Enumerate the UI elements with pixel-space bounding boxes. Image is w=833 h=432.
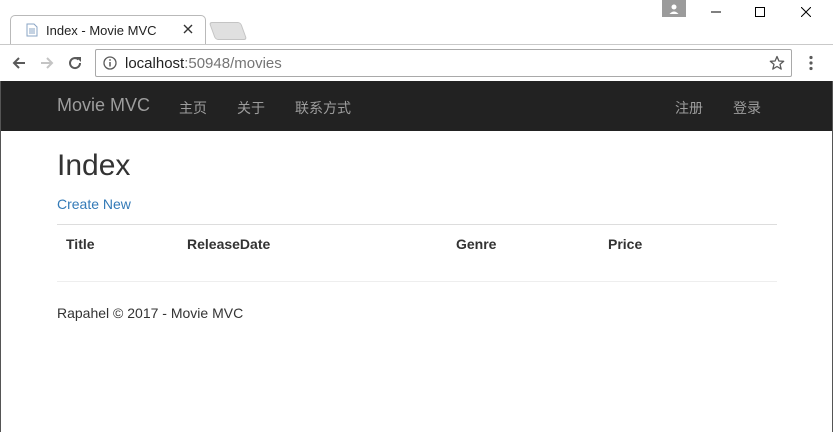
nav-link-contact[interactable]: 联系方式 bbox=[295, 98, 351, 118]
forward-arrow-icon[interactable] bbox=[36, 52, 58, 74]
url-path: :50948/movies bbox=[184, 54, 282, 72]
site-navbar: Movie MVC 主页 关于 联系方式 注册 登录 bbox=[1, 81, 832, 131]
footer-text: Rapahel © 2017 - Movie MVC bbox=[57, 305, 244, 321]
column-header-release-date: ReleaseDate bbox=[187, 236, 271, 252]
tab-title: Index - Movie MVC bbox=[46, 22, 157, 38]
menu-dots-icon[interactable] bbox=[803, 54, 819, 72]
close-icon[interactable] bbox=[181, 22, 195, 36]
info-icon[interactable] bbox=[102, 55, 118, 71]
nav-link-register[interactable]: 注册 bbox=[675, 98, 703, 118]
address-bar[interactable]: localhost:50948/movies bbox=[95, 49, 792, 77]
page-icon bbox=[25, 22, 39, 38]
minimize-icon[interactable] bbox=[693, 0, 739, 24]
column-header-genre: Genre bbox=[456, 236, 497, 252]
url-text[interactable]: localhost:50948/movies bbox=[125, 55, 282, 72]
user-icon[interactable] bbox=[662, 0, 686, 17]
close-window-icon[interactable] bbox=[783, 0, 829, 24]
nav-link-home[interactable]: 主页 bbox=[179, 98, 207, 118]
url-host: localhost bbox=[125, 54, 185, 72]
navbar-brand[interactable]: Movie MVC bbox=[57, 95, 150, 116]
new-tab-button[interactable] bbox=[208, 22, 248, 40]
table-divider bbox=[57, 224, 777, 225]
reload-icon[interactable] bbox=[64, 52, 86, 74]
browser-tab[interactable]: Index - Movie MVC bbox=[10, 15, 206, 44]
create-new-link[interactable]: Create New bbox=[57, 196, 131, 212]
star-icon[interactable] bbox=[769, 55, 785, 71]
page-title: Index bbox=[57, 149, 131, 182]
column-header-price: Price bbox=[608, 236, 643, 252]
browser-titlebar: Index - Movie MVC bbox=[0, 0, 833, 44]
nav-link-login[interactable]: 登录 bbox=[733, 98, 761, 118]
column-header-title: Title bbox=[66, 236, 95, 252]
page-viewport: Movie MVC 主页 关于 联系方式 注册 登录 Index Create … bbox=[0, 81, 833, 432]
back-arrow-icon[interactable] bbox=[8, 52, 30, 74]
maximize-icon[interactable] bbox=[737, 0, 783, 24]
nav-link-about[interactable]: 关于 bbox=[237, 98, 265, 118]
footer-divider bbox=[57, 281, 777, 282]
browser-toolbar: localhost:50948/movies bbox=[0, 44, 833, 81]
